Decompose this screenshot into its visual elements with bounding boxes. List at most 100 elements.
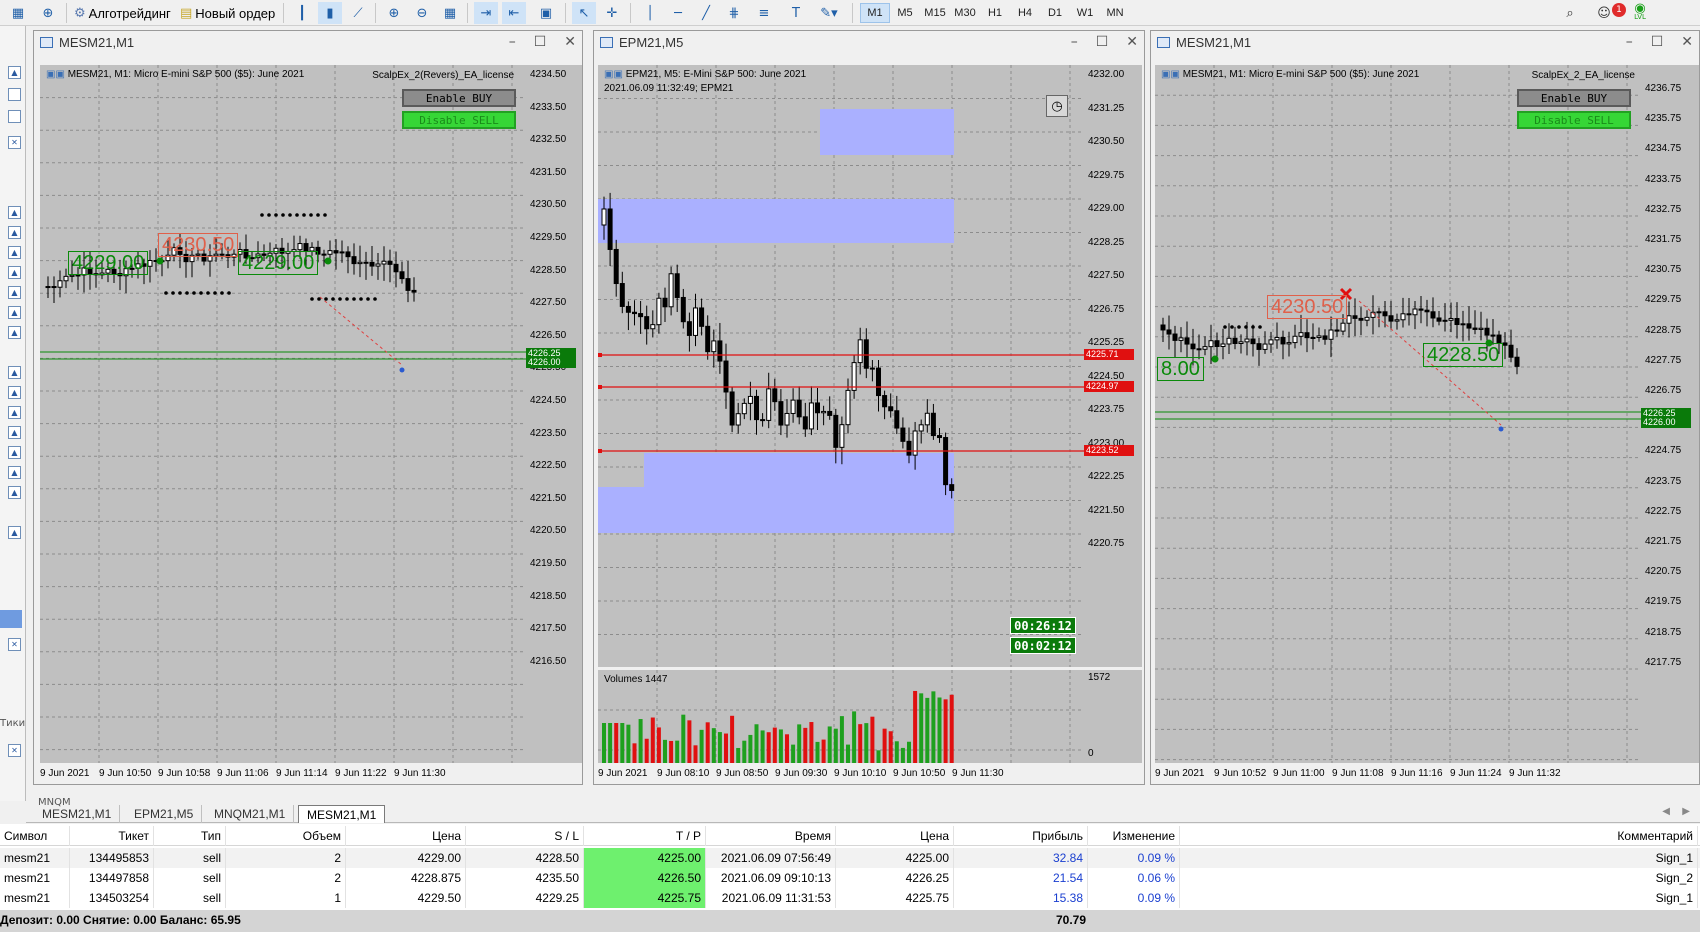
new-order-button[interactable]: ▤ Новый ордер: [180, 2, 280, 24]
zoom-out-icon[interactable]: ⊖: [410, 2, 434, 24]
close-icon[interactable]: ✕: [1681, 34, 1693, 50]
selected-panel-bar[interactable]: [0, 610, 22, 628]
spin-up-icon[interactable]: ▲: [8, 486, 21, 499]
spin-up-icon[interactable]: ▲: [8, 446, 21, 459]
minimize-icon[interactable]: –: [509, 34, 516, 50]
timeframe-d1[interactable]: D1: [1040, 3, 1070, 23]
chart-tab[interactable]: MESM21,M1: [34, 805, 121, 823]
volume-plot[interactable]: Volumes 1447: [598, 670, 1084, 763]
search-icon[interactable]: ⌕: [1558, 2, 1582, 24]
column-header[interactable]: Цена: [346, 826, 466, 846]
spin-up-icon[interactable]: ▲: [8, 386, 21, 399]
time-axis[interactable]: 9 Jun 2021 9 Jun 10:50 9 Jun 10:58 9 Jun 11…: [40, 766, 526, 782]
price-plot[interactable]: ▣▣ MESM21, M1: Micro E-mini S&P 500 ($5)…: [40, 65, 526, 763]
spin-up-icon[interactable]: ▲: [8, 326, 21, 339]
chart-window-titlebar[interactable]: MESM21,M1: [1151, 31, 1699, 54]
chart-window-mesm21-revers[interactable]: MESM21,M1 – ☐ ✕ ▣▣ MESM21, M1: Micro E-m…: [33, 30, 583, 785]
channel-icon[interactable]: ⋕: [722, 2, 746, 24]
chart-window-titlebar[interactable]: EPM21,M5: [594, 31, 1144, 54]
autoscroll-icon[interactable]: ⇥: [474, 2, 498, 24]
timeframe-w1[interactable]: W1: [1070, 3, 1100, 23]
maximize-icon[interactable]: ☐: [1651, 34, 1664, 50]
price-plot[interactable]: ▣▣ EPM21, M5: E-Mini S&P 500: June 2021 …: [598, 65, 1084, 667]
spin-up-icon[interactable]: ▲: [8, 406, 21, 419]
spin-up-icon[interactable]: ▲: [8, 526, 21, 539]
fibonacci-icon[interactable]: ≡: [752, 2, 776, 24]
column-header[interactable]: Изменение: [1088, 826, 1180, 846]
vertical-line-icon[interactable]: │: [638, 2, 662, 24]
enable-buy-button[interactable]: Enable BUY: [402, 89, 516, 107]
column-header[interactable]: T / P: [584, 826, 706, 846]
zoom-in-icon[interactable]: ⊕: [382, 2, 406, 24]
enable-buy-button[interactable]: Enable BUY: [1517, 89, 1631, 107]
close-icon[interactable]: ✕: [8, 638, 21, 651]
price-plot[interactable]: ▣▣ MESM21, M1: Micro E-mini S&P 500 ($5)…: [1155, 65, 1641, 763]
trendline-icon[interactable]: ╱: [694, 2, 718, 24]
chart-shift-icon[interactable]: ⇤: [502, 2, 526, 24]
disable-sell-button[interactable]: Disable SELL: [402, 111, 516, 129]
minimize-icon[interactable]: –: [1071, 34, 1078, 50]
chart-tab[interactable]: MNQM21,M1: [206, 805, 295, 823]
scroll-up-icon[interactable]: ▲: [8, 66, 21, 79]
market-watch-icon[interactable]: ▦: [6, 2, 30, 24]
price-axis[interactable]: 4234.50 4233.50 4232.50 4231.50 4230.50 4229.…: [526, 65, 582, 763]
tabs-scroll-right-icon[interactable]: ▶: [1682, 806, 1690, 817]
table-row[interactable]: mesm21 134495853 sell 2 4229.00 4228.50 4225.0…: [0, 848, 1700, 868]
close-icon[interactable]: ✕: [8, 136, 21, 149]
disable-sell-button[interactable]: Disable SELL: [1517, 111, 1631, 129]
price-axis[interactable]: 4236.75 4235.75 4234.75 4233.75 4232.75 4231.…: [1641, 65, 1699, 763]
crosshair-icon[interactable]: ✛: [600, 2, 624, 24]
horizontal-line-icon[interactable]: ─: [666, 2, 690, 24]
column-header[interactable]: Тикет: [70, 826, 154, 846]
tabs-scroll-left-icon[interactable]: ◀: [1662, 806, 1670, 817]
algotrading-button[interactable]: ⚙ Алготрейдинг: [74, 2, 174, 24]
close-icon[interactable]: ✕: [564, 34, 576, 50]
spin-up-icon[interactable]: ▲: [8, 286, 21, 299]
timeframe-m5[interactable]: M5: [890, 3, 920, 23]
clock-icon[interactable]: ◷: [1046, 95, 1068, 117]
column-header[interactable]: Комментарий: [1180, 826, 1698, 846]
timeframe-h1[interactable]: H1: [980, 3, 1010, 23]
lvl-icon[interactable]: ◉ LVL: [1626, 2, 1654, 24]
spin-up-icon[interactable]: ▲: [8, 226, 21, 239]
timeframe-h4[interactable]: H4: [1010, 3, 1040, 23]
column-header[interactable]: Цена: [836, 826, 954, 846]
spin-up-icon[interactable]: ▲: [8, 426, 21, 439]
spin-up-icon[interactable]: ▲: [8, 246, 21, 259]
spin-up-icon[interactable]: ▲: [8, 466, 21, 479]
close-icon[interactable]: ✕: [1126, 34, 1138, 50]
maximize-icon[interactable]: ☐: [534, 34, 547, 50]
text-tool-icon[interactable]: T: [784, 2, 808, 24]
column-header[interactable]: Объем: [226, 826, 346, 846]
maximize-icon[interactable]: ☐: [1096, 34, 1109, 50]
column-header[interactable]: Время: [706, 826, 836, 846]
cursor-icon[interactable]: ↖: [572, 2, 596, 24]
table-row[interactable]: mesm21 134497858 sell 2 4228.875 4235.50 4226.…: [0, 868, 1700, 888]
volume-axis[interactable]: 1572 0: [1084, 670, 1142, 763]
candles-chart-icon[interactable]: ▮: [318, 2, 342, 24]
panel-box[interactable]: [8, 88, 21, 101]
table-row[interactable]: mesm21 134503254 sell 1 4229.50 4229.25 4225.7…: [0, 888, 1700, 908]
column-header[interactable]: S / L: [466, 826, 584, 846]
spin-up-icon[interactable]: ▲: [8, 366, 21, 379]
time-axis[interactable]: 9 Jun 2021 9 Jun 10:52 9 Jun 11:00 9 Jun 11…: [1155, 766, 1641, 782]
tile-windows-icon[interactable]: ▦: [438, 2, 462, 24]
navigator-icon[interactable]: ⊕: [36, 2, 60, 24]
price-axis[interactable]: 4232.00 4231.25 4230.50 4229.75 4229.00 4228.…: [1084, 65, 1142, 667]
indicators-icon[interactable]: ▣: [534, 2, 558, 24]
chart-window-mesm21[interactable]: MESM21,M1 – ☐ ✕ ▣▣ MESM21, M1: Micro E-m…: [1150, 30, 1700, 785]
minimize-icon[interactable]: –: [1626, 34, 1633, 50]
timeframe-m30[interactable]: M30: [950, 3, 980, 23]
bar-chart-icon[interactable]: ┃: [290, 2, 314, 24]
line-chart-icon[interactable]: ⟋: [346, 2, 370, 24]
chart-window-epm21[interactable]: EPM21,M5 – ☐ ✕ ▣▣ EPM21, M5: E-Mini S&P …: [593, 30, 1145, 785]
chart-window-titlebar[interactable]: MESM21,M1: [34, 31, 582, 54]
spin-up-icon[interactable]: ▲: [8, 266, 21, 279]
panel-box[interactable]: [8, 110, 21, 123]
column-header[interactable]: Прибыль: [954, 826, 1088, 846]
timeframe-m1[interactable]: M1: [860, 3, 890, 23]
chart-tab[interactable]: EPM21,M5: [126, 805, 203, 823]
time-axis[interactable]: 9 Jun 2021 9 Jun 08:10 9 Jun 08:50 9 Jun 09…: [598, 766, 1084, 782]
chart-tab-active[interactable]: MESM21,M1: [298, 805, 386, 823]
close-icon[interactable]: ✕: [8, 744, 21, 757]
